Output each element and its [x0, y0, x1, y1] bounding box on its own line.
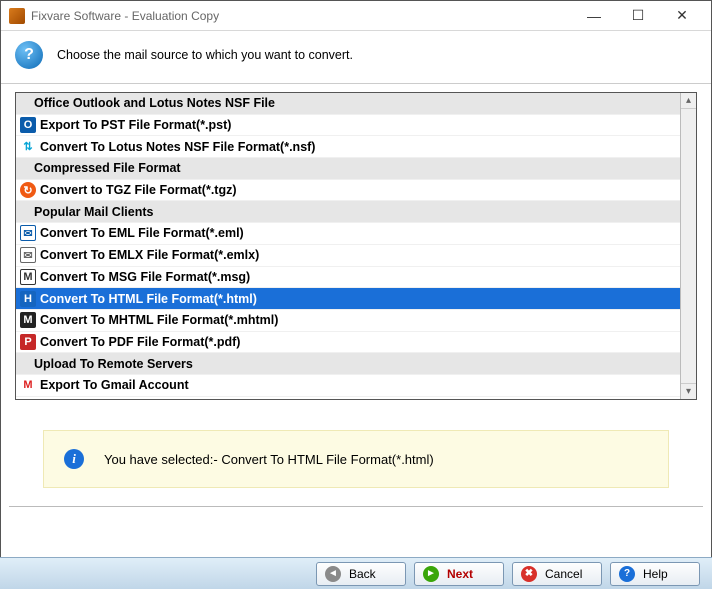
- nsf-icon: ⇅: [20, 139, 36, 155]
- format-option-label: Export To PST File Format(*.pst): [40, 118, 231, 132]
- help-icon: ?: [619, 566, 635, 582]
- html-icon: H: [20, 291, 36, 307]
- selection-info-banner: i You have selected:- Convert To HTML Fi…: [43, 430, 669, 488]
- format-option[interactable]: ✉ Convert To EMLX File Format(*.emlx): [16, 245, 680, 267]
- back-button-label: Back: [349, 567, 376, 581]
- format-option[interactable]: ⇅ Convert To Lotus Notes NSF File Format(…: [16, 136, 680, 158]
- eml-icon: ✉: [20, 225, 36, 241]
- titlebar: Fixvare Software - Evaluation Copy — ☐ ✕: [1, 1, 711, 31]
- format-option[interactable]: ↻ Convert to TGZ File Format(*.tgz): [16, 180, 680, 202]
- cancel-button[interactable]: ✖ Cancel: [512, 562, 602, 586]
- next-arrow-icon: ►: [423, 566, 439, 582]
- format-option[interactable]: ✉ Convert To EML File Format(*.eml): [16, 223, 680, 245]
- format-option-label: Convert To MHTML File Format(*.mhtml): [40, 313, 278, 327]
- tgz-icon: ↻: [20, 182, 36, 198]
- format-option-label: Convert to TGZ File Format(*.tgz): [40, 183, 237, 197]
- question-icon: ?: [15, 41, 43, 69]
- format-option-label: Export To Gmail Account: [40, 378, 189, 392]
- format-option-label: Convert To PDF File Format(*.pdf): [40, 335, 240, 349]
- list-section-header: Office Outlook and Lotus Notes NSF File: [16, 93, 680, 115]
- pdf-icon: P: [20, 334, 36, 350]
- window-controls: — ☐ ✕: [581, 6, 703, 26]
- format-option[interactable]: P Convert To PDF File Format(*.pdf): [16, 332, 680, 354]
- list-section-header: Upload To Remote Servers: [16, 353, 680, 375]
- list-section-header: Compressed File Format: [16, 158, 680, 180]
- close-button[interactable]: ✕: [669, 6, 695, 26]
- scroll-up-icon[interactable]: ▴: [681, 93, 696, 109]
- scroll-down-icon[interactable]: ▾: [681, 383, 696, 399]
- gmail-icon: M: [20, 377, 36, 393]
- help-button[interactable]: ? Help: [610, 562, 700, 586]
- window-title: Fixvare Software - Evaluation Copy: [31, 9, 581, 23]
- format-option[interactable]: M Convert To MSG File Format(*.msg): [16, 267, 680, 289]
- selection-message: You have selected:- Convert To HTML File…: [104, 452, 434, 467]
- mhtml-icon: M: [20, 312, 36, 328]
- back-arrow-icon: ◄: [325, 566, 341, 582]
- footer-toolbar: ◄ Back ► Next ✖ Cancel ? Help: [0, 557, 712, 589]
- emlx-icon: ✉: [20, 247, 36, 263]
- format-list[interactable]: Office Outlook and Lotus Notes NSF FileO…: [16, 93, 680, 399]
- maximize-button[interactable]: ☐: [625, 6, 651, 26]
- minimize-button[interactable]: —: [581, 6, 607, 26]
- scrollbar[interactable]: ▴ ▾: [680, 93, 696, 399]
- outlook-icon: O: [20, 117, 36, 133]
- format-option[interactable]: M Export To Gmail Account: [16, 375, 680, 397]
- format-option-label: Convert To EML File Format(*.eml): [40, 226, 244, 240]
- next-button-label: Next: [447, 567, 473, 581]
- next-button[interactable]: ► Next: [414, 562, 504, 586]
- msg-icon: M: [20, 269, 36, 285]
- format-list-container: Office Outlook and Lotus Notes NSF FileO…: [15, 92, 697, 400]
- cancel-button-label: Cancel: [545, 567, 582, 581]
- back-button[interactable]: ◄ Back: [316, 562, 406, 586]
- help-button-label: Help: [643, 567, 668, 581]
- format-option-label: Convert To Lotus Notes NSF File Format(*…: [40, 140, 315, 154]
- format-option[interactable]: O Export To PST File Format(*.pst): [16, 115, 680, 137]
- info-icon: i: [64, 449, 84, 469]
- instruction-header: ? Choose the mail source to which you wa…: [1, 31, 711, 84]
- format-option-label: Convert To MSG File Format(*.msg): [40, 270, 250, 284]
- format-option-label: Convert To EMLX File Format(*.emlx): [40, 248, 259, 262]
- format-option-label: Convert To HTML File Format(*.html): [40, 292, 257, 306]
- format-option[interactable]: M Convert To MHTML File Format(*.mhtml): [16, 310, 680, 332]
- format-option[interactable]: H Convert To HTML File Format(*.html): [16, 288, 680, 310]
- app-icon: [9, 8, 25, 24]
- list-section-header: Popular Mail Clients: [16, 201, 680, 223]
- separator: [9, 506, 703, 507]
- cancel-icon: ✖: [521, 566, 537, 582]
- instruction-text: Choose the mail source to which you want…: [57, 48, 353, 62]
